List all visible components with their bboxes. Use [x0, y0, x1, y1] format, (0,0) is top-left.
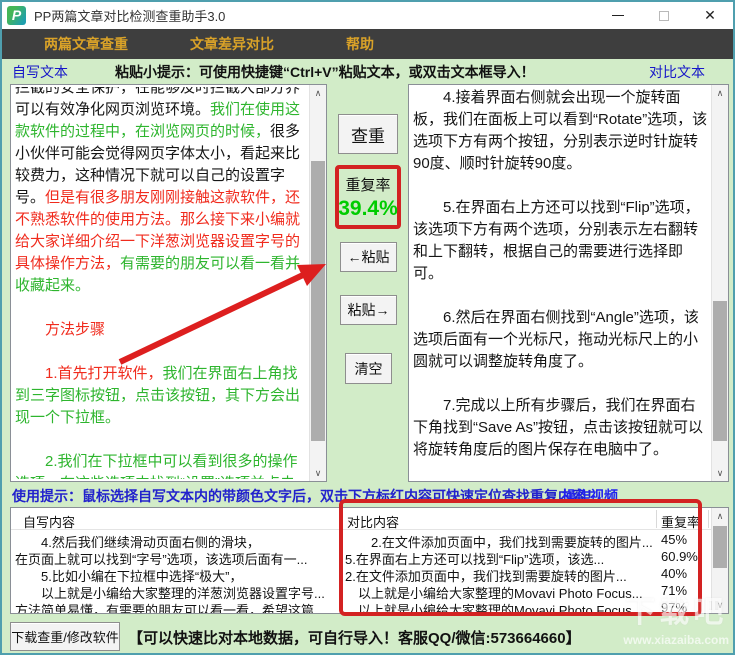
close-icon: ✕	[704, 7, 716, 23]
right-scrollbar-thumb[interactable]	[713, 301, 727, 441]
paragraph: 1.首先打开软件，我们在界面右上角找到三字图标按钮，点击该按钮，其下方会出现一个…	[15, 365, 301, 426]
compare-text-label: 对比文本	[649, 64, 705, 80]
app-icon: P	[7, 6, 26, 25]
own-text-content: 拦截的安全保护，在能够及时拦截大部分界面骚扰功能， 可以有效净化网页浏览环境。我…	[15, 87, 307, 479]
own-text-area[interactable]: 拦截的安全保护，在能够及时拦截大部分界面骚扰功能， 可以有效净化网页浏览环境。我…	[10, 84, 327, 482]
scroll-down-icon[interactable]: ∨	[310, 465, 326, 481]
header-own-content: 自写内容	[23, 515, 76, 530]
window-title: PP两篇文章对比检测查重助手3.0	[34, 9, 226, 24]
paragraph: 6.然后在界面右侧找到“Angle”选项，该选项后面有一个光标尺，拖动光标尺上的…	[413, 309, 699, 370]
paragraph: 7.完成以上所有步骤后，我们在界面右下角找到“Save As”按钮，点击该按钮就…	[413, 397, 704, 458]
result-percentage: 40%	[661, 566, 688, 581]
result-row[interactable]: 4.然后我们继续滑动页面右侧的滑块， 2.在文件添加页面中，我们找到需要旋转的图…	[11, 532, 711, 550]
left-scrollbar-thumb[interactable]	[311, 161, 325, 441]
titlebar: P PP两篇文章对比检测查重助手3.0 ✕	[2, 2, 733, 29]
maximize-icon	[659, 10, 669, 21]
result-percentage: 71%	[661, 583, 688, 598]
right-scrollbar[interactable]: ∧ ∨	[711, 85, 728, 481]
results-scrollbar-thumb[interactable]	[713, 526, 727, 568]
results-panel: 自写内容 对比内容 重复率 4.然后我们继续滑动页面右侧的滑块， 2.在文件添加…	[10, 507, 729, 614]
download-software-button[interactable]: 下载查重/修改软件	[10, 622, 120, 651]
compare-text-content: 4.接着界面右侧就会出现一个旋转面板，我们在面板上可以看到“Rotate”选项，…	[413, 87, 709, 479]
scroll-down-icon[interactable]: ∨	[712, 465, 728, 481]
clear-button[interactable]: 清空	[345, 353, 392, 384]
header-repeat-rate: 重复率	[661, 515, 701, 530]
menu-item-help[interactable]: 帮助	[346, 29, 374, 59]
compare-text-area[interactable]: 4.接着界面右侧就会出现一个旋转面板，我们在面板上可以看到“Rotate”选项，…	[408, 84, 729, 482]
result-percentage: 97%	[661, 600, 688, 613]
window-controls: ✕	[595, 2, 733, 29]
header-separator	[656, 510, 657, 528]
hint-bar: 自写文本 粘贴小提示：可使用快捷键“Ctrl+V”粘贴文本，或双击文本框导入！ …	[2, 59, 733, 83]
minimize-button[interactable]	[595, 2, 641, 29]
header-separator	[708, 510, 709, 528]
app-window: P PP两篇文章对比检测查重助手3.0 ✕ 两篇文章查重 文章差异对比 帮助 自…	[0, 0, 735, 655]
paragraph: 可以有效净化网页浏览环境。我们在使用这款软件的过程中，在浏览网页的时候，很多小伙…	[15, 101, 301, 294]
minimize-icon	[612, 15, 624, 16]
menubar: 两篇文章查重 文章差异对比 帮助	[2, 29, 733, 59]
check-duplicate-button[interactable]: 查重	[338, 114, 398, 154]
repeat-rate-value: 39.4%	[338, 196, 398, 220]
paste-right-button[interactable]: 粘贴→	[340, 295, 397, 325]
results-rows: 4.然后我们继续滑动页面右侧的滑块， 2.在文件添加页面中，我们找到需要旋转的图…	[11, 532, 711, 613]
result-row[interactable]: 在页面上就可以找到“字号”选项，该选项后面有一... 5.在界面右上方还可以找到“…	[11, 549, 711, 567]
menu-item-duplicate-check[interactable]: 两篇文章查重	[44, 29, 128, 59]
result-percentage: 45%	[661, 532, 688, 547]
scroll-up-icon[interactable]: ∧	[712, 508, 728, 524]
paragraph: 4.接着界面右侧就会出现一个旋转面板，我们在面板上可以看到“Rotate”选项，…	[413, 89, 708, 172]
result-row[interactable]: 5.比如小编在下拉框中选择“极大”， 2.在文件添加页面中，我们找到需要旋转的图片…	[11, 566, 711, 584]
maximize-button[interactable]	[641, 2, 687, 29]
scroll-up-icon[interactable]: ∧	[310, 85, 326, 101]
paragraph: 方法步骤	[15, 321, 106, 338]
result-percentage: 60.9%	[661, 549, 698, 564]
watermark-url: www.xiazaiba.com	[623, 633, 729, 647]
paste-left-button[interactable]: ←粘贴	[340, 242, 397, 272]
paste-hint-text: 粘贴小提示：可使用快捷键“Ctrl+V”粘贴文本，或双击文本框导入！	[115, 64, 535, 80]
results-header: 自写内容 对比内容 重复率	[11, 508, 711, 530]
results-scrollbar[interactable]: ∧ ∨	[711, 508, 728, 613]
scroll-down-icon[interactable]: ∨	[712, 597, 728, 613]
paragraph: 2.我们在下拉框中可以看到很多的操作选项，在这些选项中找到“设置”选项并点击即可…	[15, 453, 298, 479]
scroll-up-icon[interactable]: ∧	[712, 85, 728, 101]
menu-item-diff-compare[interactable]: 文章差异对比	[190, 29, 274, 59]
result-row[interactable]: 以上就是小编给大家整理的洋葱浏览器设置字号... 以上就是小编给大家整理的Mov…	[11, 583, 711, 601]
repeat-rate-box: 重复率 39.4%	[335, 165, 401, 229]
own-text-label: 自写文本	[12, 64, 68, 80]
result-row[interactable]: 方法简单易懂，有需要的朋友可以看一看，希望这篇... 以上就是小编给大家整理的M…	[11, 600, 711, 613]
usage-bar: 使用提示：鼠标选择自写文本内的带颜色文字后，双击下方标红内容可快速定位查找重复内…	[2, 485, 733, 505]
left-scrollbar[interactable]: ∧ ∨	[309, 85, 326, 481]
result-own-text: 方法简单易懂，有需要的朋友可以看一看，希望这篇...	[15, 603, 325, 613]
result-compare-text: 以上就是小编给大家整理的Movavi Photo Focus...	[345, 603, 643, 613]
usage-hint-text: 使用提示：鼠标选择自写文本内的带颜色文字后，双击下方标红内容可快速定位查找重复内…	[12, 488, 600, 504]
paragraph: 5.在界面右上方还可以找到“Flip”选项，该选项下方有两个选项，分别表示左右翻…	[413, 199, 700, 282]
repeat-rate-label: 重复率	[345, 176, 391, 194]
tutorial-video-link[interactable]: 操作视频	[562, 486, 618, 506]
header-compare-content: 对比内容	[347, 515, 400, 530]
clipped-line: 拦截的安全保护，在能够及时拦截大部分界面骚扰功能，	[15, 87, 301, 96]
footer-notice: 【可以快速比对本地数据，可自行导入！客服QQ/微信:573664660】	[128, 630, 581, 647]
close-button[interactable]: ✕	[687, 2, 733, 29]
